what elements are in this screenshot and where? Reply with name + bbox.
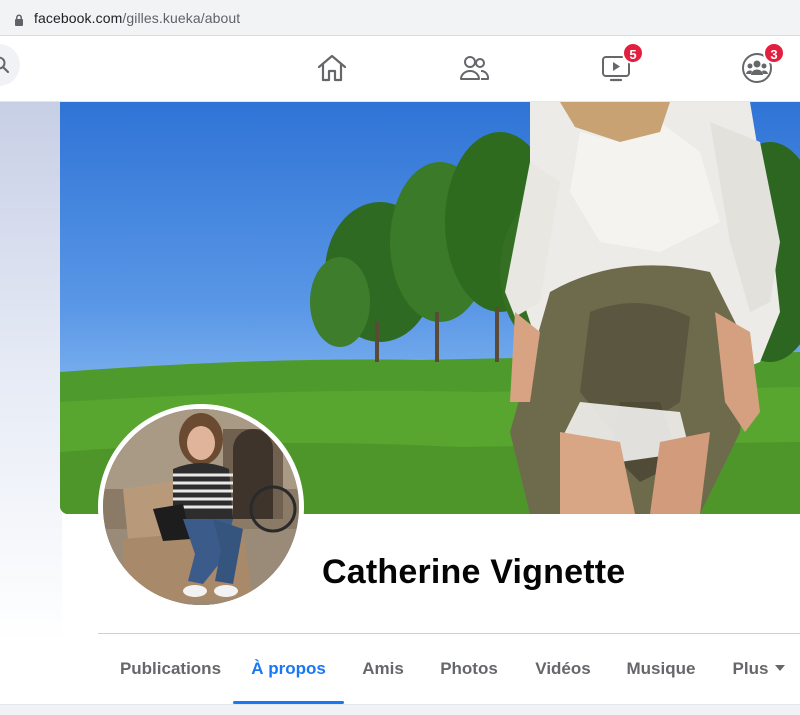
lock-icon[interactable] xyxy=(14,13,24,26)
profile-name: Catherine Vignette xyxy=(322,553,626,591)
tab-publications[interactable]: Publications xyxy=(108,634,233,704)
url-path: /gilles.kueka/about xyxy=(122,10,241,26)
content-background xyxy=(0,704,800,715)
caret-down-icon xyxy=(775,665,786,672)
profile-picture-image xyxy=(103,409,299,605)
search-icon xyxy=(0,56,10,74)
left-gradient-panel xyxy=(0,102,62,642)
tab-label: Amis xyxy=(362,659,404,678)
friends-icon xyxy=(460,56,490,80)
home-icon xyxy=(317,54,347,82)
url-text[interactable]: facebook.com/gilles.kueka/about xyxy=(34,10,240,26)
tab-label: Musique xyxy=(626,659,696,678)
profile-tabs: Publications À propos Amis Photos Vidéos… xyxy=(98,634,800,704)
tab-photos[interactable]: Photos xyxy=(429,634,509,704)
page: facebook.com/gilles.kueka/about 5 3 Cath… xyxy=(0,0,800,715)
tab-label: Photos xyxy=(440,659,498,678)
url-box[interactable]: facebook.com/gilles.kueka/about xyxy=(4,5,796,31)
top-navigation: 5 3 xyxy=(0,36,800,102)
nav-groups-button[interactable]: 3 xyxy=(739,42,785,86)
groups-notification-badge: 3 xyxy=(763,42,785,64)
tab-plus[interactable]: Plus xyxy=(724,634,794,704)
nav-friends-button[interactable] xyxy=(456,50,492,86)
search-button[interactable] xyxy=(0,44,20,86)
tab-a-propos[interactable]: À propos xyxy=(233,634,344,704)
tab-musique[interactable]: Musique xyxy=(616,634,706,704)
tab-label: À propos xyxy=(251,659,326,678)
url-domain: facebook.com xyxy=(34,10,123,26)
tab-label: Vidéos xyxy=(535,659,591,678)
tab-label: Publications xyxy=(119,659,222,678)
tab-label: Plus xyxy=(732,659,769,678)
browser-address-bar: facebook.com/gilles.kueka/about xyxy=(0,0,800,36)
profile-picture[interactable] xyxy=(98,404,304,610)
watch-notification-badge: 5 xyxy=(622,42,644,64)
nav-home-button[interactable] xyxy=(314,50,350,86)
tab-amis[interactable]: Amis xyxy=(350,634,416,704)
tab-videos[interactable]: Vidéos xyxy=(523,634,603,704)
nav-watch-button[interactable]: 5 xyxy=(598,42,644,86)
